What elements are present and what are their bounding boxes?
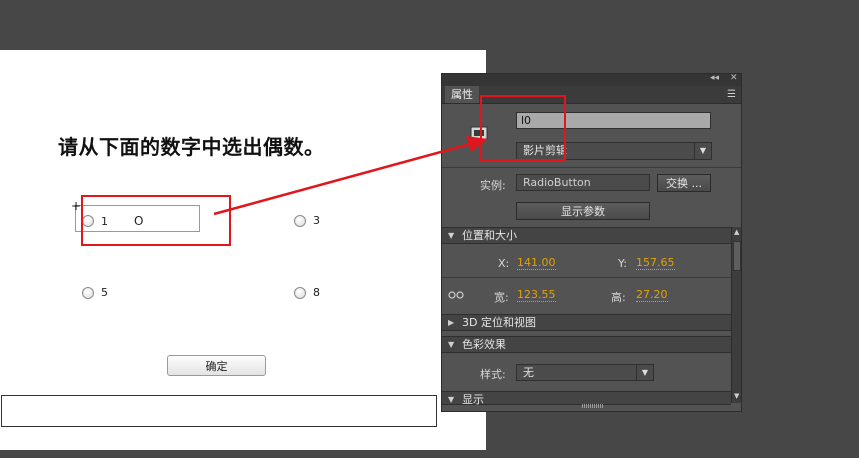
annotation-arrow [213, 136, 488, 216]
